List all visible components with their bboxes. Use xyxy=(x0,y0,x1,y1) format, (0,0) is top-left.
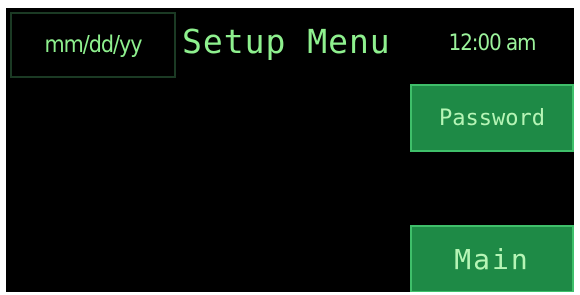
password-button-label: Password xyxy=(439,105,545,131)
time-label: 12:00 am xyxy=(448,30,537,56)
main-button[interactable]: Main xyxy=(410,225,574,292)
main-button-label: Main xyxy=(454,242,530,276)
time-display[interactable]: 12:00 am xyxy=(410,10,574,76)
page-title: Setup Menu xyxy=(182,21,391,61)
date-label: mm/dd/yy xyxy=(44,32,142,58)
date-display[interactable]: mm/dd/yy xyxy=(10,12,176,78)
setup-screen: mm/dd/yy Setup Menu 12:00 am Password Ma… xyxy=(6,8,574,292)
password-button[interactable]: Password xyxy=(410,84,574,152)
